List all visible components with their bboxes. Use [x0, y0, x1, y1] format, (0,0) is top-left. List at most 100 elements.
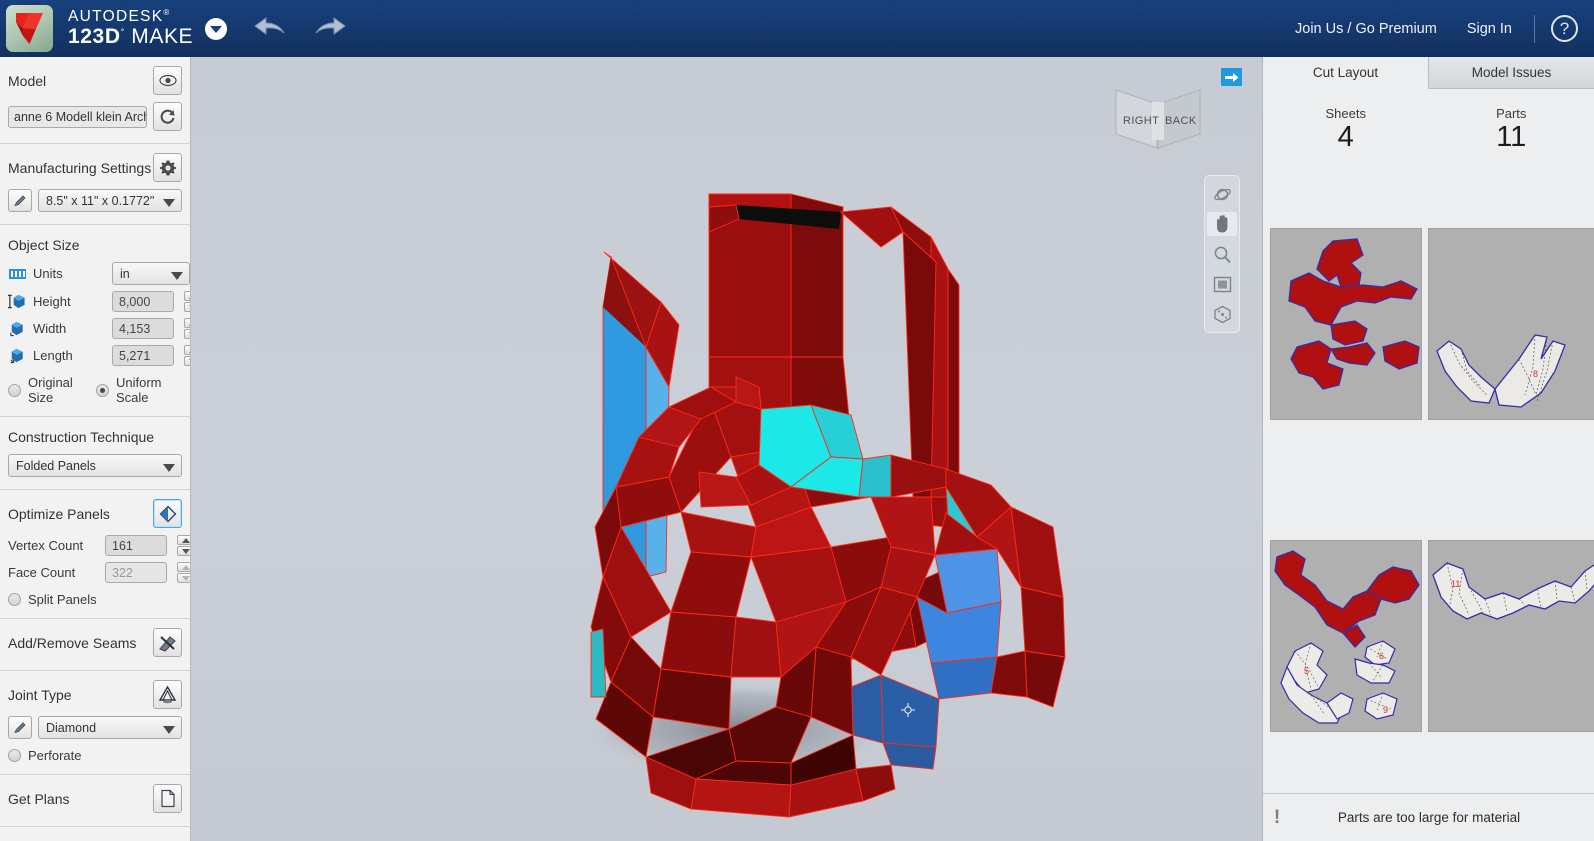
- gear-icon[interactable]: [153, 153, 182, 182]
- radio-original-size[interactable]: [8, 383, 21, 397]
- pencil-icon[interactable]: [8, 716, 32, 739]
- sheet-thumbnail-4[interactable]: 11: [1428, 540, 1594, 732]
- help-icon[interactable]: ?: [1551, 15, 1578, 42]
- right-panel-tabs: Cut Layout Model Issues: [1263, 57, 1594, 89]
- panel-toggle-button[interactable]: [1221, 68, 1242, 86]
- sidebar-section-manufacturing: Manufacturing Settings 8.5" x 11" x 0.17…: [0, 144, 190, 225]
- header-divider: [1534, 14, 1535, 43]
- construction-header: Construction Technique: [0, 417, 190, 451]
- chevron-down-icon: [163, 725, 175, 734]
- stat-sheets: Sheets 4: [1263, 106, 1429, 154]
- manufacturing-title: Manufacturing Settings: [8, 159, 152, 176]
- vase-3d-model[interactable]: [191, 57, 1262, 841]
- width-field[interactable]: 4,153: [112, 318, 174, 339]
- brand-degree-mark: °: [120, 26, 125, 37]
- vertex-count-stepper[interactable]: [177, 535, 190, 556]
- width-label: Width: [33, 321, 67, 336]
- sidebar-section-optimize: Optimize Panels Vertex Count 161 Face Co…: [0, 490, 190, 619]
- sheet2-part-number: 8: [1533, 369, 1538, 379]
- optimize-header: Optimize Panels: [0, 490, 190, 532]
- uniform-scale-label: Uniform Scale: [115, 375, 162, 405]
- orbit-icon[interactable]: [1207, 182, 1237, 206]
- tab-model-issues[interactable]: Model Issues: [1429, 57, 1594, 89]
- sheet3-part-number-b: 6: [1379, 651, 1384, 661]
- length-field[interactable]: 5,271: [112, 345, 174, 366]
- view-cube[interactable]: RIGHT BACK: [1112, 82, 1204, 161]
- construction-title: Construction Technique: [8, 428, 155, 445]
- parts-value: 11: [1496, 121, 1527, 153]
- sheet-thumbnail-2[interactable]: 8: [1428, 228, 1594, 420]
- face-count-row: Face Count 322: [0, 559, 190, 586]
- length-step-up[interactable]: [184, 345, 190, 355]
- undo-arrow-icon[interactable]: [253, 15, 287, 42]
- split-panels-row: Split Panels: [0, 586, 190, 609]
- joint-header: Joint Type: [0, 671, 190, 713]
- height-step-up[interactable]: [184, 291, 190, 301]
- length-step-down[interactable]: [184, 356, 190, 366]
- eye-icon[interactable]: [153, 66, 182, 95]
- page-icon[interactable]: [153, 784, 182, 813]
- chevron-down-circle-icon[interactable]: [205, 17, 228, 40]
- width-step-down[interactable]: [184, 329, 190, 339]
- pencil-icon[interactable]: [8, 189, 32, 212]
- height-field[interactable]: 8,000: [112, 291, 174, 312]
- header-account-area: Join Us / Go Premium Sign In ?: [1265, 14, 1594, 43]
- sidebar-section-joint: Joint Type Diamond Perforate: [0, 671, 190, 775]
- refresh-icon[interactable]: [153, 102, 182, 131]
- redo-arrow-icon[interactable]: [313, 15, 347, 42]
- height-row: Height 8,000: [0, 288, 190, 315]
- width-stepper[interactable]: [184, 318, 190, 339]
- split-panels-label: Split Panels: [28, 592, 97, 607]
- chevron-down-icon: [163, 198, 175, 207]
- joint-icon[interactable]: [153, 680, 182, 709]
- join-us-link[interactable]: Join Us / Go Premium: [1295, 21, 1437, 37]
- width-row: Width 4,153: [0, 315, 190, 342]
- sheet-grid-spacer-left: [1270, 426, 1422, 534]
- zoom-magnifier-icon[interactable]: [1207, 242, 1237, 266]
- material-dropdown[interactable]: 8.5" x 11" x 0.1772": [38, 189, 182, 212]
- fit-to-window-icon[interactable]: [1207, 272, 1237, 296]
- tab-cut-layout[interactable]: Cut Layout: [1263, 57, 1429, 89]
- radio-split-panels[interactable]: [8, 593, 21, 606]
- construction-technique-dropdown[interactable]: Folded Panels: [8, 454, 182, 477]
- pan-hand-icon[interactable]: [1207, 212, 1237, 236]
- autodesk-logo-icon: [16, 13, 43, 44]
- technique-row: Folded Panels: [0, 451, 190, 480]
- model-filename-field[interactable]: anne 6 Modell klein Archetyp.s: [8, 105, 147, 128]
- stat-parts: Parts 11: [1429, 106, 1594, 154]
- units-dropdown[interactable]: in: [112, 262, 190, 285]
- optimize-title: Optimize Panels: [8, 505, 110, 522]
- vertex-step-down[interactable]: [177, 546, 190, 556]
- seam-icon[interactable]: [153, 628, 182, 657]
- seams-header: Add/Remove Seams: [0, 619, 190, 661]
- sheet-thumbnail-3[interactable]: 5 6 9: [1270, 540, 1422, 732]
- sheet-thumbnail-1[interactable]: [1270, 228, 1422, 420]
- units-value: in: [120, 266, 130, 281]
- units-row: Units in: [0, 259, 190, 288]
- radio-perforate[interactable]: [8, 749, 21, 762]
- arrow-right-icon: [1224, 72, 1238, 82]
- width-step-up[interactable]: [184, 318, 190, 328]
- model-viewport-3d[interactable]: RIGHT BACK: [191, 57, 1262, 841]
- material-value: 8.5" x 11" x 0.1772": [46, 193, 155, 208]
- material-row: 8.5" x 11" x 0.1772": [0, 186, 190, 215]
- perforate-row: Perforate: [0, 742, 190, 765]
- radio-uniform-scale[interactable]: [95, 383, 109, 397]
- view-cube-icon[interactable]: [1207, 302, 1237, 326]
- sign-in-link[interactable]: Sign In: [1467, 21, 1512, 37]
- joint-title: Joint Type: [8, 686, 72, 703]
- chevron-down-icon: [163, 463, 175, 472]
- length-stepper[interactable]: [184, 345, 190, 366]
- joint-type-value: Diamond: [46, 720, 97, 735]
- joint-type-dropdown[interactable]: Diamond: [38, 716, 182, 739]
- get-plans-title: Get Plans: [8, 790, 70, 807]
- vertex-step-up[interactable]: [177, 535, 190, 545]
- sidebar-section-get-plans: Get Plans: [0, 775, 190, 827]
- height-stepper[interactable]: [184, 291, 190, 312]
- height-step-down[interactable]: [184, 302, 190, 312]
- vertex-count-field[interactable]: 161: [105, 535, 167, 556]
- chevron-down-icon: [171, 271, 183, 280]
- brand-title: AUTODESK® 123D° MAKE: [68, 9, 193, 48]
- optimize-panel-icon[interactable]: [153, 499, 182, 528]
- app-logo[interactable]: [6, 5, 53, 52]
